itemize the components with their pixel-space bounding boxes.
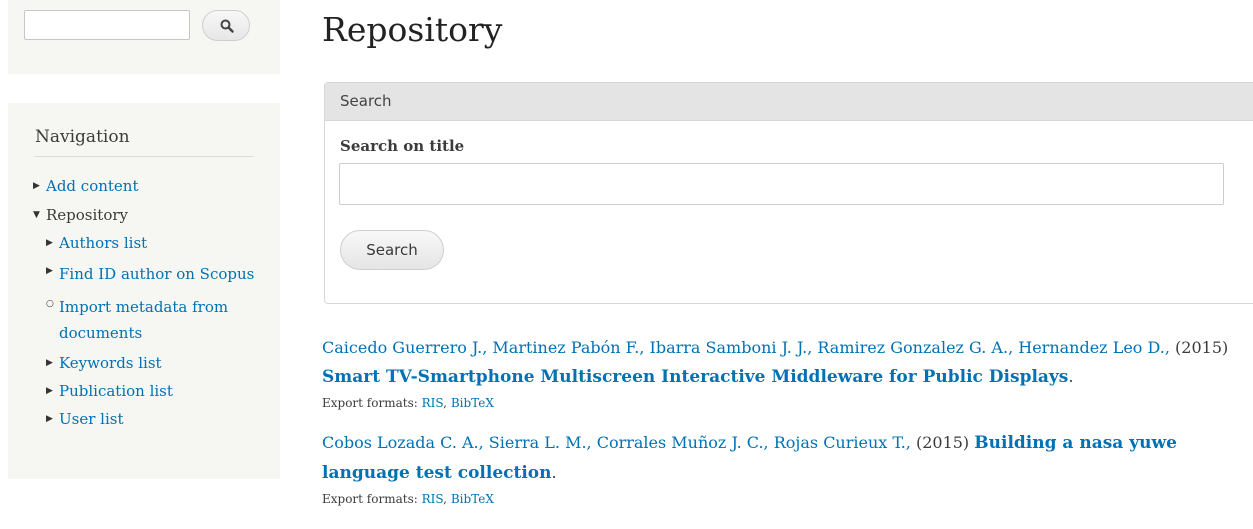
nav-item-add-content: ▶ Add content: [33, 176, 259, 197]
search-submit-button[interactable]: Search: [340, 230, 444, 270]
result-authors: Cobos Lozada C. A., Sierra L. M., Corral…: [322, 433, 911, 452]
result-item: Cobos Lozada C. A., Sierra L. M., Corral…: [322, 428, 1242, 508]
search-title-input[interactable]: [339, 163, 1224, 205]
nav-item-publication-list: ▶ Publication list: [46, 381, 259, 402]
export-separator: ,: [443, 396, 447, 410]
page-title: Repository: [322, 10, 503, 49]
result-export-formats: Export formats: RIS, BibTeX: [322, 394, 1242, 412]
result-export-formats: Export formats: RIS, BibTeX: [322, 490, 1242, 508]
nav-link-user-list[interactable]: User list: [59, 410, 123, 428]
collapsed-triangle-icon: ▶: [46, 386, 53, 396]
expanded-triangle-icon: ▼: [33, 210, 40, 220]
result-year: (2015): [1175, 338, 1229, 357]
leaf-circle-icon: ○: [46, 299, 54, 309]
repository-submenu: ▶ Authors list ▶ Find ID author on Scopu…: [46, 233, 259, 430]
nav-link-repository[interactable]: Repository: [46, 206, 128, 224]
result-title-link[interactable]: Smart TV-Smartphone Multiscreen Interact…: [322, 367, 1068, 387]
sidebar-search-block: [8, 0, 280, 74]
result-item: Caicedo Guerrero J., Martinez Pabón F., …: [322, 333, 1242, 412]
navigation-divider: [35, 156, 253, 157]
search-fieldset-legend: Search: [325, 83, 1253, 121]
result-authors: Caicedo Guerrero J., Martinez Pabón F., …: [322, 338, 1170, 357]
sidebar-search-input[interactable]: [24, 10, 190, 40]
nav-item-find-id-author: ▶ Find ID author on Scopus: [46, 261, 259, 287]
search-icon: [220, 19, 234, 33]
result-period: .: [551, 463, 557, 482]
export-formats-label: Export formats:: [322, 396, 418, 410]
sidebar-search-button[interactable]: [202, 10, 250, 41]
nav-item-repository: ▼ Repository ▶ Authors list ▶ Find ID au…: [33, 205, 259, 430]
export-bibtex-link[interactable]: BibTeX: [451, 492, 494, 506]
navigation-title: Navigation: [35, 127, 130, 147]
result-period: .: [1068, 367, 1074, 386]
nav-item-import-metadata: ○ Import metadata from documents: [46, 294, 259, 346]
export-bibtex-link[interactable]: BibTeX: [451, 396, 494, 410]
collapsed-triangle-icon: ▶: [33, 181, 40, 191]
nav-link-import-metadata[interactable]: Import metadata from documents: [59, 298, 228, 342]
export-separator: ,: [443, 492, 447, 506]
results-list: Caicedo Guerrero J., Martinez Pabón F., …: [322, 333, 1242, 508]
collapsed-triangle-icon: ▶: [46, 414, 53, 424]
result-year: (2015): [915, 433, 970, 452]
nav-link-add-content[interactable]: Add content: [46, 177, 139, 195]
nav-item-authors-list: ▶ Authors list: [46, 233, 259, 254]
export-ris-link[interactable]: RIS: [422, 396, 444, 410]
nav-link-find-id-author[interactable]: Find ID author on Scopus: [59, 265, 254, 283]
nav-link-publication-list[interactable]: Publication list: [59, 382, 173, 400]
collapsed-triangle-icon: ▶: [46, 238, 53, 248]
nav-item-keywords-list: ▶ Keywords list: [46, 353, 259, 374]
search-fieldset: Search Search on title Search: [324, 82, 1253, 304]
nav-link-keywords-list[interactable]: Keywords list: [59, 354, 162, 372]
export-ris-link[interactable]: RIS: [422, 492, 444, 506]
collapsed-triangle-icon: ▶: [46, 358, 53, 368]
search-title-label: Search on title: [340, 137, 465, 155]
collapsed-triangle-icon: ▶: [46, 266, 53, 276]
navigation-block: Navigation ▶ Add content ▼ Repository ▶ …: [8, 103, 280, 479]
nav-item-user-list: ▶ User list: [46, 409, 259, 430]
export-formats-label: Export formats:: [322, 492, 418, 506]
navigation-menu: ▶ Add content ▼ Repository ▶ Authors lis…: [33, 176, 259, 438]
nav-link-authors-list[interactable]: Authors list: [59, 234, 147, 252]
